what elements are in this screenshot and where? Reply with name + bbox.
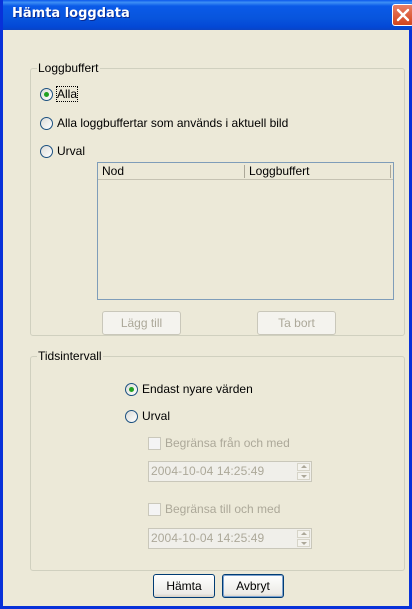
checkbox-limit-to[interactable]: Begränsa till och med — [148, 501, 280, 517]
add-button[interactable]: Lägg till — [102, 311, 181, 335]
spin-up-icon[interactable] — [297, 463, 310, 471]
radio-time-newer-only[interactable]: Endast nyare värden — [125, 381, 253, 397]
radio-label: Urval — [142, 409, 171, 423]
cancel-button[interactable]: Avbryt — [222, 574, 284, 598]
to-datetime-value: 2004-10-04 14:25:49 — [151, 531, 265, 545]
radio-log-buffer-selection[interactable]: Urval — [40, 143, 85, 159]
log-buffer-group-title: Loggbuffert — [37, 61, 100, 75]
radio-log-buffer-current-view[interactable]: Alla loggbuffertar som används i aktuell… — [40, 115, 288, 131]
close-button[interactable] — [392, 4, 412, 26]
checkbox-limit-from[interactable]: Begränsa från och med — [148, 435, 290, 451]
from-datetime-spinner[interactable]: 2004-10-04 14:25:49 — [148, 461, 312, 482]
spinner-buttons — [297, 463, 310, 480]
radio-label: Endast nyare värden — [142, 382, 253, 396]
close-icon — [396, 8, 410, 22]
remove-button[interactable]: Ta bort — [257, 311, 336, 335]
time-interval-group-title: Tidsintervall — [37, 349, 103, 363]
from-datetime-value: 2004-10-04 14:25:49 — [151, 464, 265, 478]
to-datetime-spinner[interactable]: 2004-10-04 14:25:49 — [148, 528, 312, 549]
radio-button[interactable] — [125, 382, 138, 396]
radio-label: Urval — [57, 144, 86, 158]
spin-down-icon[interactable] — [297, 472, 310, 480]
radio-log-buffer-all[interactable]: Alla — [40, 86, 79, 102]
spin-up-icon[interactable] — [297, 530, 310, 538]
radio-button[interactable] — [40, 144, 53, 158]
checkbox-label: Begränsa från och med — [165, 436, 290, 450]
fetch-button[interactable]: Hämta — [153, 574, 215, 598]
column-divider[interactable] — [390, 165, 391, 178]
spin-down-icon[interactable] — [297, 539, 310, 547]
log-buffer-table[interactable]: Nod Loggbuffert — [97, 162, 394, 300]
dialog-window: Hämta loggdata Loggbuffert Alla Alla log… — [0, 0, 412, 609]
spinner-buttons — [297, 530, 310, 547]
radio-button[interactable] — [125, 409, 138, 423]
column-header-node[interactable]: Nod — [98, 163, 243, 180]
radio-button[interactable] — [40, 87, 53, 101]
checkbox-label: Begränsa till och med — [165, 502, 281, 516]
radio-label: Alla — [55, 86, 79, 102]
radio-label: Alla loggbuffertar som används i aktuell… — [57, 116, 289, 130]
checkbox-box[interactable] — [148, 436, 161, 450]
column-header-log-buffer[interactable]: Loggbuffert — [245, 163, 390, 180]
table-header: Nod Loggbuffert — [98, 163, 393, 180]
title-bar[interactable]: Hämta loggdata — [3, 0, 412, 30]
checkbox-box[interactable] — [148, 502, 161, 516]
radio-button[interactable] — [40, 116, 53, 130]
window-title: Hämta loggdata — [12, 6, 130, 21]
radio-time-selection[interactable]: Urval — [125, 408, 170, 424]
